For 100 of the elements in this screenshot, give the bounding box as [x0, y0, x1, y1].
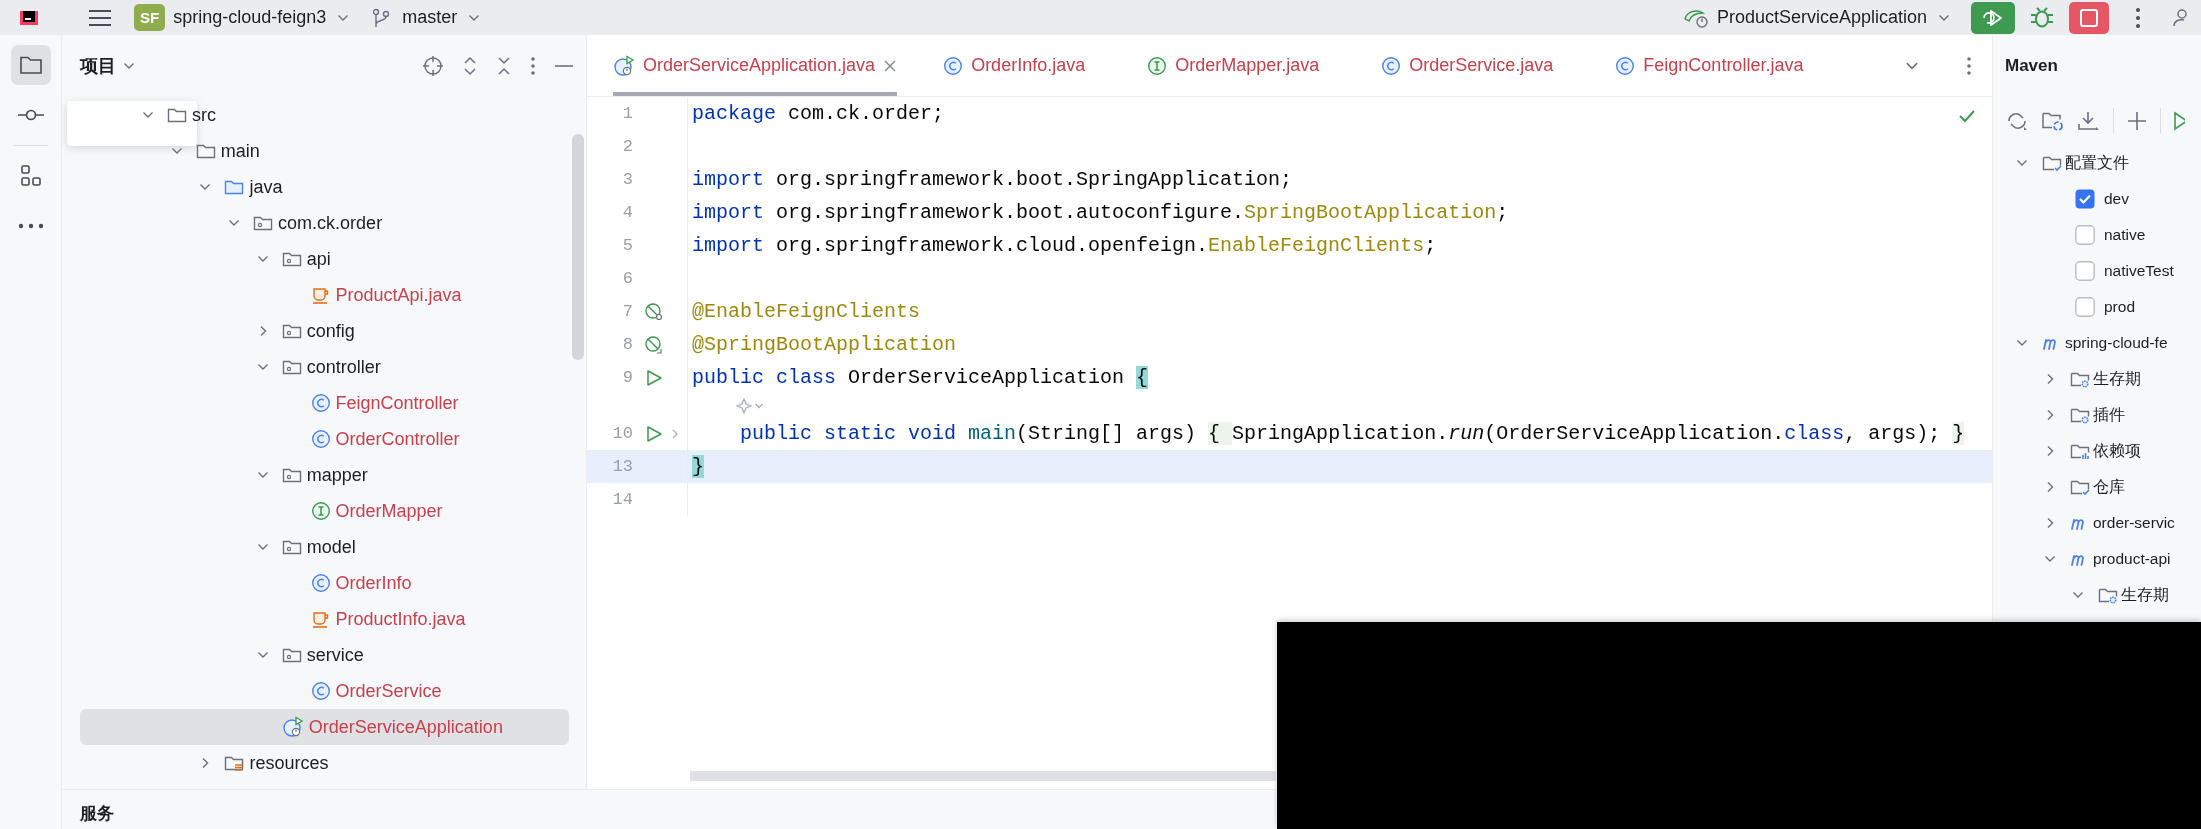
folder-gear-icon [2070, 370, 2090, 388]
expand-all-icon[interactable] [462, 55, 478, 77]
project-name[interactable]: spring-cloud-feign3 [173, 7, 327, 28]
profile-item[interactable]: dev [1993, 181, 2201, 217]
folder-refresh-icon[interactable] [2041, 110, 2065, 132]
folder-check-icon [2042, 154, 2062, 172]
line-number: 1 [621, 104, 633, 123]
bean-icon[interactable] [644, 334, 664, 355]
line-number: 3 [621, 170, 633, 189]
tree-item[interactable]: ProductApi.java [80, 277, 569, 313]
tree-item[interactable]: java [80, 169, 569, 205]
cup-icon [310, 609, 331, 629]
tree-item[interactable]: OrderService [80, 673, 569, 709]
tree-item[interactable]: model [80, 529, 569, 565]
scrollbar[interactable] [690, 771, 1276, 781]
scrollbar-thumb[interactable] [572, 134, 584, 360]
class-run-icon [613, 54, 635, 77]
profile-item[interactable]: prod [1993, 289, 2201, 325]
panel-title[interactable]: 项目 [80, 54, 116, 78]
folder-chart-icon [2070, 442, 2090, 460]
tree-item[interactable]: resources [80, 745, 569, 781]
run-icon[interactable] [644, 423, 664, 444]
checkbox[interactable] [2075, 297, 2095, 317]
interface-icon [310, 501, 331, 521]
class-run-icon [281, 716, 304, 738]
stop-button[interactable] [2069, 1, 2109, 34]
download-icon[interactable] [2077, 110, 2101, 132]
tree-item[interactable]: service [80, 637, 569, 673]
tree-item[interactable]: order-servic [1993, 505, 2201, 541]
tree-item[interactable]: product-api [1993, 541, 2201, 577]
tree-item[interactable]: mapper [80, 457, 569, 493]
tree-item[interactable]: OrderMapper [80, 493, 569, 529]
run-icon[interactable] [2173, 110, 2185, 132]
interface-icon [1147, 55, 1168, 76]
tree-item[interactable]: ProductInfo.java [80, 601, 569, 637]
panel-title[interactable]: 服务 [80, 804, 114, 823]
tree-item[interactable]: 生存期 [1993, 577, 2201, 613]
run-configuration[interactable]: ProductServiceApplication [1716, 7, 1927, 28]
menu-icon[interactable] [88, 8, 112, 27]
editor-tab[interactable]: OrderService.java [1381, 35, 1554, 96]
more-icon[interactable] [2135, 6, 2141, 29]
branch-name[interactable]: master [402, 7, 458, 28]
refresh-icon[interactable] [2005, 110, 2029, 132]
folder-gear-icon [2098, 586, 2118, 604]
package-folder-icon [281, 358, 302, 376]
package-folder-icon [281, 322, 302, 340]
editor-tab[interactable]: OrderInfo.java [943, 35, 1086, 96]
run-button[interactable] [1971, 1, 2015, 34]
package-folder-icon [253, 214, 274, 232]
add-icon[interactable] [2126, 110, 2148, 132]
tree-item[interactable]: 生存期 [1993, 361, 2201, 397]
code-line: @SpringBootApplication [691, 333, 957, 356]
tree-item[interactable]: OrderInfo [80, 565, 569, 601]
editor-tab[interactable]: OrderMapper.java [1147, 35, 1320, 96]
class-icon [943, 55, 964, 76]
tree-item[interactable]: main [80, 133, 569, 169]
tree-item[interactable]: config [80, 313, 569, 349]
project-icon[interactable] [10, 45, 51, 85]
inlay-hint-icon[interactable] [736, 397, 752, 414]
folder-icon [224, 178, 245, 196]
package-folder-icon [281, 250, 302, 268]
locate-icon[interactable] [422, 55, 444, 77]
tree-item[interactable]: com.ck.order [80, 205, 569, 241]
project-badge: SF [134, 4, 166, 31]
editor-tab[interactable]: FeignController.java [1615, 35, 1804, 96]
checkbox[interactable] [2075, 261, 2095, 281]
code-line: public class OrderServiceApplication { [691, 366, 1149, 389]
profile-item[interactable]: native [1993, 217, 2201, 253]
checkbox[interactable] [2075, 225, 2095, 245]
class-icon [310, 393, 331, 413]
more-icon[interactable] [1966, 55, 1972, 76]
tree-item[interactable]: FeignController [80, 385, 569, 421]
tree-item[interactable]: api [80, 241, 569, 277]
resources-folder-icon [224, 754, 245, 772]
code-line: package com.ck.order; [691, 102, 945, 125]
code-line: @EnableFeignClients [691, 300, 921, 323]
checkbox[interactable] [2075, 189, 2095, 209]
bean-search-icon[interactable] [644, 301, 664, 322]
tree-item[interactable]: OrderController [80, 421, 569, 457]
tree-item[interactable]: src [80, 97, 569, 133]
close-icon[interactable] [883, 58, 898, 73]
code-line: import org.springframework.boot.SpringApplication; [691, 168, 1293, 191]
tree-item[interactable]: spring-cloud-fe [1993, 325, 2201, 361]
tree-item[interactable]: 依赖项 [1993, 433, 2201, 469]
tree-item[interactable]: OrderServiceApplication [80, 709, 569, 745]
tree-item[interactable]: 配置文件 [1993, 145, 2201, 181]
line-number: 9 [621, 368, 633, 387]
tree-item[interactable]: 仓库 [1993, 469, 2201, 505]
run-icon[interactable] [644, 367, 664, 388]
folder-check-icon [2070, 478, 2090, 496]
line-number: 10 [611, 424, 633, 443]
collapse-all-icon[interactable] [496, 55, 512, 77]
tree-item[interactable]: 插件 [1993, 397, 2201, 433]
tree-item[interactable]: controller [80, 349, 569, 385]
line-number: 2 [621, 137, 633, 156]
more-icon[interactable] [530, 56, 536, 76]
minimize-icon[interactable] [554, 64, 574, 68]
cup-icon [310, 285, 331, 305]
profile-item[interactable]: nativeTest [1993, 253, 2201, 289]
code-line: import org.springframework.boot.autoconfigure.SpringBootApplication; [691, 201, 1509, 224]
